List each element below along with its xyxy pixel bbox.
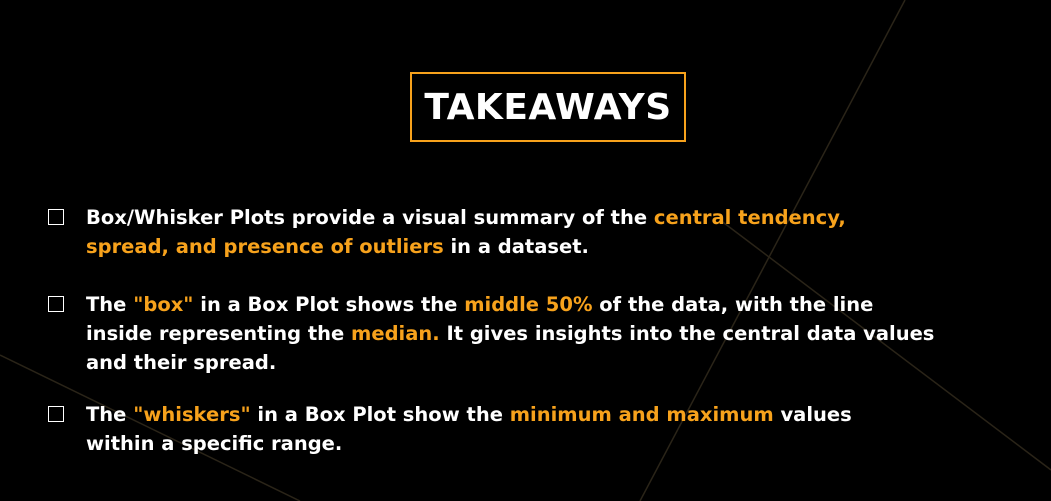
checkbox-icon <box>48 209 64 225</box>
body-text: Box/Whisker Plots provide a visual summa… <box>86 206 654 229</box>
highlight-text: spread, and presence of outliers <box>86 235 444 258</box>
body-text: of the data, with the line <box>592 293 874 316</box>
takeaway-item-2: The "box" in a Box Plot shows the middle… <box>48 290 934 377</box>
takeaway-item-1: Box/Whisker Plots provide a visual summa… <box>48 203 846 261</box>
highlight-text: "box" <box>133 293 194 316</box>
takeaway-text: The "whiskers" in a Box Plot show the mi… <box>86 400 852 458</box>
body-text: values <box>773 403 852 426</box>
takeaway-item-3: The "whiskers" in a Box Plot show the mi… <box>48 400 852 458</box>
takeaway-line: Box/Whisker Plots provide a visual summa… <box>86 203 846 232</box>
body-text: in a dataset. <box>443 235 589 258</box>
checkbox-icon <box>48 296 64 312</box>
takeaway-line: inside representing the median. It gives… <box>86 319 934 348</box>
page-title: TAKEAWAYS <box>424 86 672 128</box>
highlight-text: middle 50% <box>464 293 593 316</box>
takeaway-line: and their spread. <box>86 348 934 377</box>
title-box: TAKEAWAYS <box>410 72 686 142</box>
highlight-text: central tendency, <box>653 206 846 229</box>
body-text: The <box>86 293 134 316</box>
takeaway-line: The "whiskers" in a Box Plot show the mi… <box>86 400 852 429</box>
takeaway-line: spread, and presence of outliers in a da… <box>86 232 846 261</box>
body-text: within a specific range. <box>86 432 343 455</box>
checkbox-icon <box>48 406 64 422</box>
body-text: in a Box Plot shows the <box>193 293 465 316</box>
takeaway-text: The "box" in a Box Plot shows the middle… <box>86 290 934 377</box>
highlight-text: minimum and maximum <box>509 403 774 426</box>
takeaway-line: within a specific range. <box>86 429 852 458</box>
body-text: The <box>86 403 134 426</box>
highlight-text: median. <box>351 322 440 345</box>
takeaway-line: The "box" in a Box Plot shows the middle… <box>86 290 934 319</box>
body-text: It gives insights into the central data … <box>439 322 935 345</box>
body-text: and their spread. <box>86 351 277 374</box>
body-text: in a Box Plot show the <box>250 403 510 426</box>
takeaway-text: Box/Whisker Plots provide a visual summa… <box>86 203 846 261</box>
body-text: inside representing the <box>86 322 352 345</box>
highlight-text: "whiskers" <box>133 403 251 426</box>
